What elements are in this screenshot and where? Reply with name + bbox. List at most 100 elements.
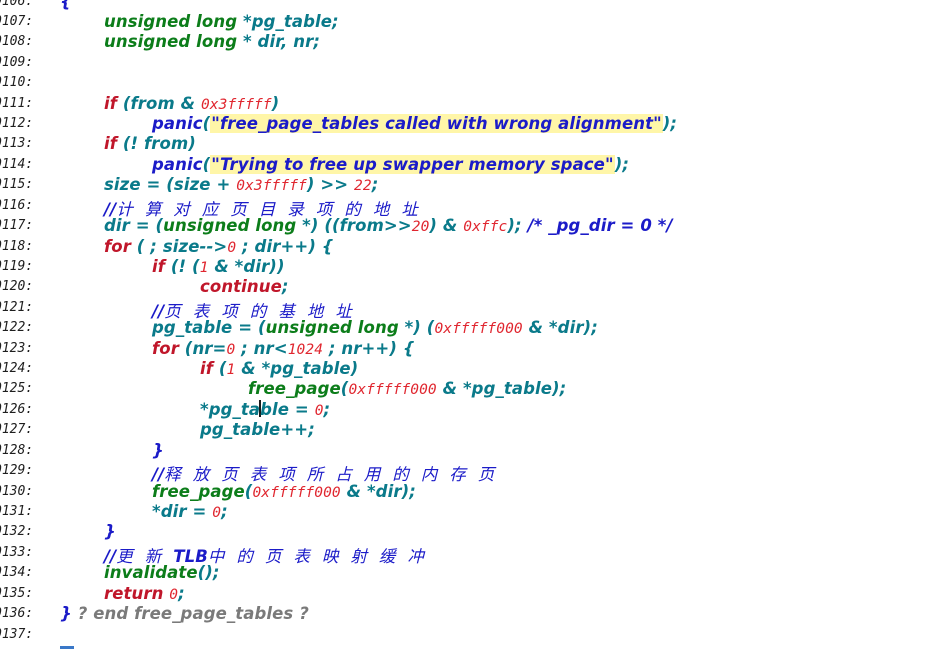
line-number: 0128:	[0, 442, 34, 458]
code-token: {	[60, 0, 72, 11]
code-line[interactable]: 0131: *dir = 0;	[0, 501, 927, 521]
line-number: 0113:	[0, 136, 34, 152]
code-token: unsigned long	[104, 32, 243, 52]
code-token: 20	[411, 219, 430, 236]
code-text: for (nr=0 ; nr<1024 ; nr++) {	[152, 339, 415, 358]
code-token: unsigned long	[265, 318, 405, 338]
code-text: *dir = 0;	[152, 502, 228, 521]
code-line[interactable]: 0127: pg_table++;	[0, 419, 927, 439]
code-line[interactable]: 0114: panic("Trying to free up swapper me…	[0, 154, 927, 174]
code-token: 0xffc	[463, 219, 508, 236]
code-line[interactable]: 0133://更新TLB中的页表映射缓冲	[0, 542, 927, 566]
code-line[interactable]: 0132:}	[0, 521, 927, 541]
code-token: }	[152, 440, 164, 460]
code-text: free_page(0xfffff000 & *pg_table);	[248, 379, 566, 398]
line-number: 0129:	[0, 463, 34, 479]
code-line[interactable]: 0115: size = (size + 0x3fffff) >> 22;	[0, 174, 927, 194]
line-number: 0111:	[0, 95, 34, 111]
line-number: 0112:	[0, 116, 34, 132]
code-token: 0	[314, 402, 324, 419]
code-token: free_page	[248, 379, 341, 399]
code-line[interactable]: 0128:}	[0, 440, 927, 460]
code-text: pg_table = (unsigned long *) (0xfffff000…	[152, 318, 598, 337]
code-token: ) >>	[306, 175, 355, 195]
line-number: 0116:	[0, 197, 34, 213]
code-token: (from &	[122, 93, 201, 113]
code-text: }	[152, 441, 164, 460]
code-token: (nr=	[184, 338, 227, 358]
code-line[interactable]: 0108: unsigned long * dir, nr;	[0, 31, 927, 51]
line-number: 0108:	[0, 34, 34, 50]
code-token: /* _pg_dir = 0 */	[527, 216, 673, 236]
code-token: free_page	[152, 481, 245, 501]
code-line[interactable]: 0111: if (from & 0x3fffff)	[0, 93, 927, 113]
line-number: 0106:	[0, 0, 34, 9]
code-token: if	[104, 134, 123, 154]
code-token: & *dir);	[522, 318, 598, 338]
line-number: 0127:	[0, 422, 34, 438]
line-number: 0125:	[0, 381, 34, 397]
code-line[interactable]: 0137:	[0, 624, 927, 644]
code-line[interactable]: 0117: dir = (unsigned long *) ((from>>20)…	[0, 215, 927, 235]
code-token: unsigned long	[163, 216, 303, 236]
code-text: } ? end free_page_tables ?	[60, 604, 309, 623]
code-token: continue	[200, 277, 282, 297]
code-line[interactable]: 0124: if (1 & *pg_table)	[0, 358, 927, 378]
code-token: & *dir))	[208, 256, 285, 276]
code-token: & *pg_table)	[235, 359, 359, 379]
code-line[interactable]: 0125: free_page(0xfffff000 & *pg_table);	[0, 378, 927, 398]
code-line[interactable]: 0134: invalidate();	[0, 562, 927, 582]
code-line[interactable]: 0113: if (! from)	[0, 133, 927, 153]
code-token: ;	[281, 277, 289, 297]
code-line[interactable]: 0121://页表项的基地址	[0, 297, 927, 321]
code-token: if	[152, 256, 171, 276]
code-line[interactable]: 0112: panic("free_page_tables called with…	[0, 113, 927, 134]
code-line[interactable]: 0126: *pg_table = 0;	[0, 399, 927, 419]
code-token: 0xfffff000	[434, 321, 523, 338]
code-line[interactable]: 0123: for (nr=0 ; nr<1024 ; nr++) {	[0, 338, 927, 358]
code-line[interactable]: 0106: {	[0, 0, 927, 11]
code-line[interactable]: 0136:} ? end free_page_tables ?	[0, 603, 927, 623]
code-line[interactable]: 0135: return 0;	[0, 583, 927, 603]
line-number: 0109:	[0, 54, 34, 70]
code-token: 0x3fffff	[236, 178, 307, 195]
code-editor[interactable]: 0106: {0107: unsigned long *pg_table; 0108:…	[0, 0, 927, 652]
code-line[interactable]: 0109:	[0, 52, 927, 72]
code-token: ;	[221, 502, 228, 521]
code-line[interactable]: 0129://释放页表项所占用的内存页	[0, 460, 927, 484]
code-line[interactable]: 0122: pg_table = (unsigned long *) (0xfff…	[0, 317, 927, 337]
code-token: *pg_ta	[200, 399, 261, 419]
code-token: & *pg_table);	[436, 379, 567, 399]
code-token: ? end free_page_tables ?	[71, 604, 309, 624]
code-token: for	[152, 338, 185, 358]
code-token: 1024	[287, 341, 324, 358]
code-text: for ( ; size-->0 ; dir++) {	[104, 237, 334, 256]
code-token: ;	[371, 175, 379, 195]
code-text: if (! (1 & *dir))	[152, 257, 285, 276]
code-token: return	[104, 583, 170, 603]
code-line[interactable]: 0119: if (! (1 & *dir))	[0, 256, 927, 276]
code-token: "Trying to free up swapper memory space"	[210, 154, 615, 174]
code-line[interactable]: 0120: continue;	[0, 276, 927, 296]
line-number: 0114:	[0, 156, 34, 172]
code-line[interactable]: 0130: free_page(0xfffff000 & *dir);	[0, 481, 927, 501]
line-number: 0107:	[0, 13, 34, 29]
code-token: 0	[226, 341, 236, 358]
code-line[interactable]: 0116://计算对应页目录项的地址	[0, 195, 927, 219]
line-number: 0118:	[0, 238, 34, 254]
code-line[interactable]: 0118: for ( ; size-->0 ; dir++) {	[0, 236, 927, 256]
code-token: unsigned long	[104, 11, 243, 31]
code-line[interactable]: 0107: unsigned long *pg_table;	[0, 11, 927, 31]
code-line[interactable]: 0110:	[0, 72, 927, 92]
code-text: dir = (unsigned long *) ((from>>20) & 0x…	[104, 216, 673, 235]
line-number: 0121:	[0, 299, 34, 315]
code-text: unsigned long *pg_table;	[104, 12, 339, 31]
line-number: 0126:	[0, 401, 34, 417]
code-token: 22	[354, 178, 372, 195]
code-token: dir = (	[104, 216, 164, 236]
code-token: if	[104, 93, 123, 113]
code-token: panic	[152, 154, 203, 174]
code-token: ; nr<	[235, 338, 288, 358]
line-number: 0123:	[0, 340, 34, 356]
code-token: size = (size +	[104, 175, 237, 195]
